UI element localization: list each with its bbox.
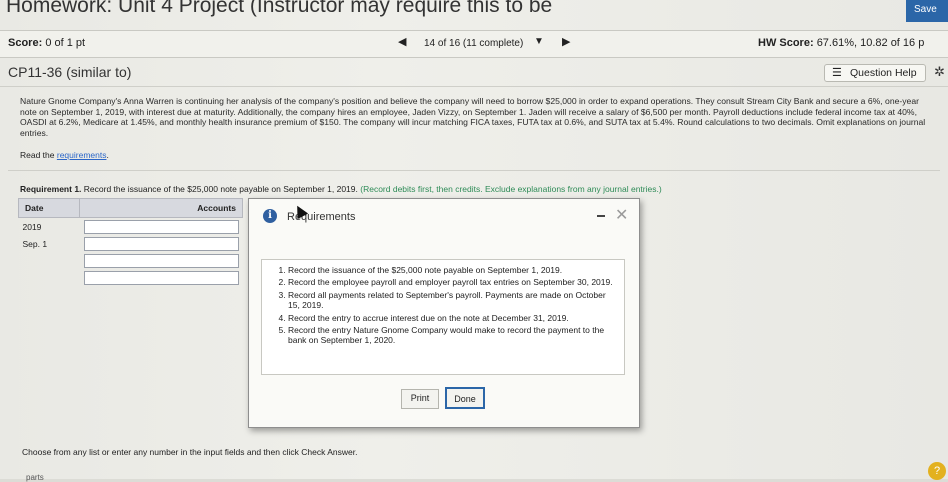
problem-statement: Nature Gnome Company's Anna Warren is co… (20, 96, 926, 138)
account-input[interactable] (83, 253, 239, 268)
parts-label: parts (26, 473, 44, 482)
page-title: Homework: Unit 4 Project (Instructor may… (6, 0, 553, 17)
save-button[interactable]: Save (906, 0, 948, 22)
list-item: Record all payments related to September… (288, 290, 616, 311)
table-row (19, 269, 243, 286)
table-row: Sep. 1 (19, 235, 243, 252)
hw-score-value: 67.61%, 10.82 of 16 p (816, 37, 925, 49)
score-bar: Score: 0 of 1 pt ◀ 14 of 16 (11 complete… (0, 30, 948, 58)
table-row: 2019 (19, 218, 243, 236)
question-help-button[interactable]: ☰ Question Help (824, 64, 926, 82)
question-id: CP11-36 (similar to) (8, 64, 132, 80)
account-input[interactable] (83, 219, 239, 234)
question-position-dropdown[interactable]: 14 of 16 (11 complete) (424, 38, 523, 49)
read-requirements-prefix: Read the (20, 150, 55, 160)
list-item: Record the employee payroll and employer… (288, 277, 616, 287)
minimize-icon[interactable] (597, 215, 605, 217)
question-help-label: Question Help (850, 67, 917, 79)
requirement-1-label: Requirement 1. (20, 184, 82, 194)
date-column-header: Date (18, 198, 80, 218)
score-value: 0 of 1 pt (45, 37, 86, 49)
requirements-link[interactable]: requirements (57, 150, 107, 160)
year-cell: 2019 (22, 221, 42, 232)
instructions: Choose from any list or enter any number… (22, 447, 358, 457)
print-button[interactable]: Print (401, 389, 439, 409)
list-item: Record the entry Nature Gnome Company wo… (288, 325, 616, 346)
requirements-dialog: i Requirements ✕ Record the issuance of … (248, 198, 640, 428)
list-icon: ☰ (832, 67, 842, 79)
requirement-1: Requirement 1. Record the issuance of th… (20, 184, 662, 194)
previous-question-icon[interactable]: ◀ (398, 35, 406, 48)
question-bar: CP11-36 (similar to) ☰ Question Help (0, 58, 948, 87)
next-question-icon[interactable]: ▶ (562, 35, 570, 48)
hw-score: HW Score: 67.61%, 10.82 of 16 p (758, 37, 924, 49)
hw-score-label: HW Score: (758, 37, 814, 49)
info-icon: i (263, 209, 277, 223)
requirement-1-text: Record the issuance of the $25,000 note … (83, 184, 358, 194)
requirements-list: Record the issuance of the $25,000 note … (261, 259, 625, 375)
score-label: Score: (8, 37, 43, 49)
date-cell: Sep. 1 (22, 238, 48, 249)
accounts-column-header: Accounts (79, 198, 243, 218)
requirement-1-hint: (Record debits first, then credits. Excl… (360, 184, 662, 194)
list-item: Record the entry to accrue interest due … (288, 313, 616, 323)
question-navigator: ◀ 14 of 16 (11 complete) ▼ ▶ (398, 35, 576, 53)
help-icon[interactable]: ? (928, 462, 946, 480)
read-requirements: Read the requirements. (20, 150, 109, 160)
list-item: Record the issuance of the $25,000 note … (288, 265, 616, 275)
homework-page: Homework: Unit 4 Project (Instructor may… (0, 0, 948, 482)
account-input[interactable] (83, 270, 239, 285)
done-button[interactable]: Done (445, 387, 485, 409)
read-requirements-suffix: . (106, 150, 109, 160)
table-row (19, 252, 243, 269)
chevron-down-icon[interactable]: ▼ (534, 36, 544, 47)
score: Score: 0 of 1 pt (8, 37, 85, 49)
journal-entry-table: Date Accounts 2019 Sep. 1 (18, 198, 243, 286)
divider (8, 170, 940, 171)
gear-icon[interactable]: ✲ (934, 64, 945, 80)
account-input[interactable] (83, 236, 239, 251)
close-icon[interactable]: ✕ (615, 205, 628, 225)
